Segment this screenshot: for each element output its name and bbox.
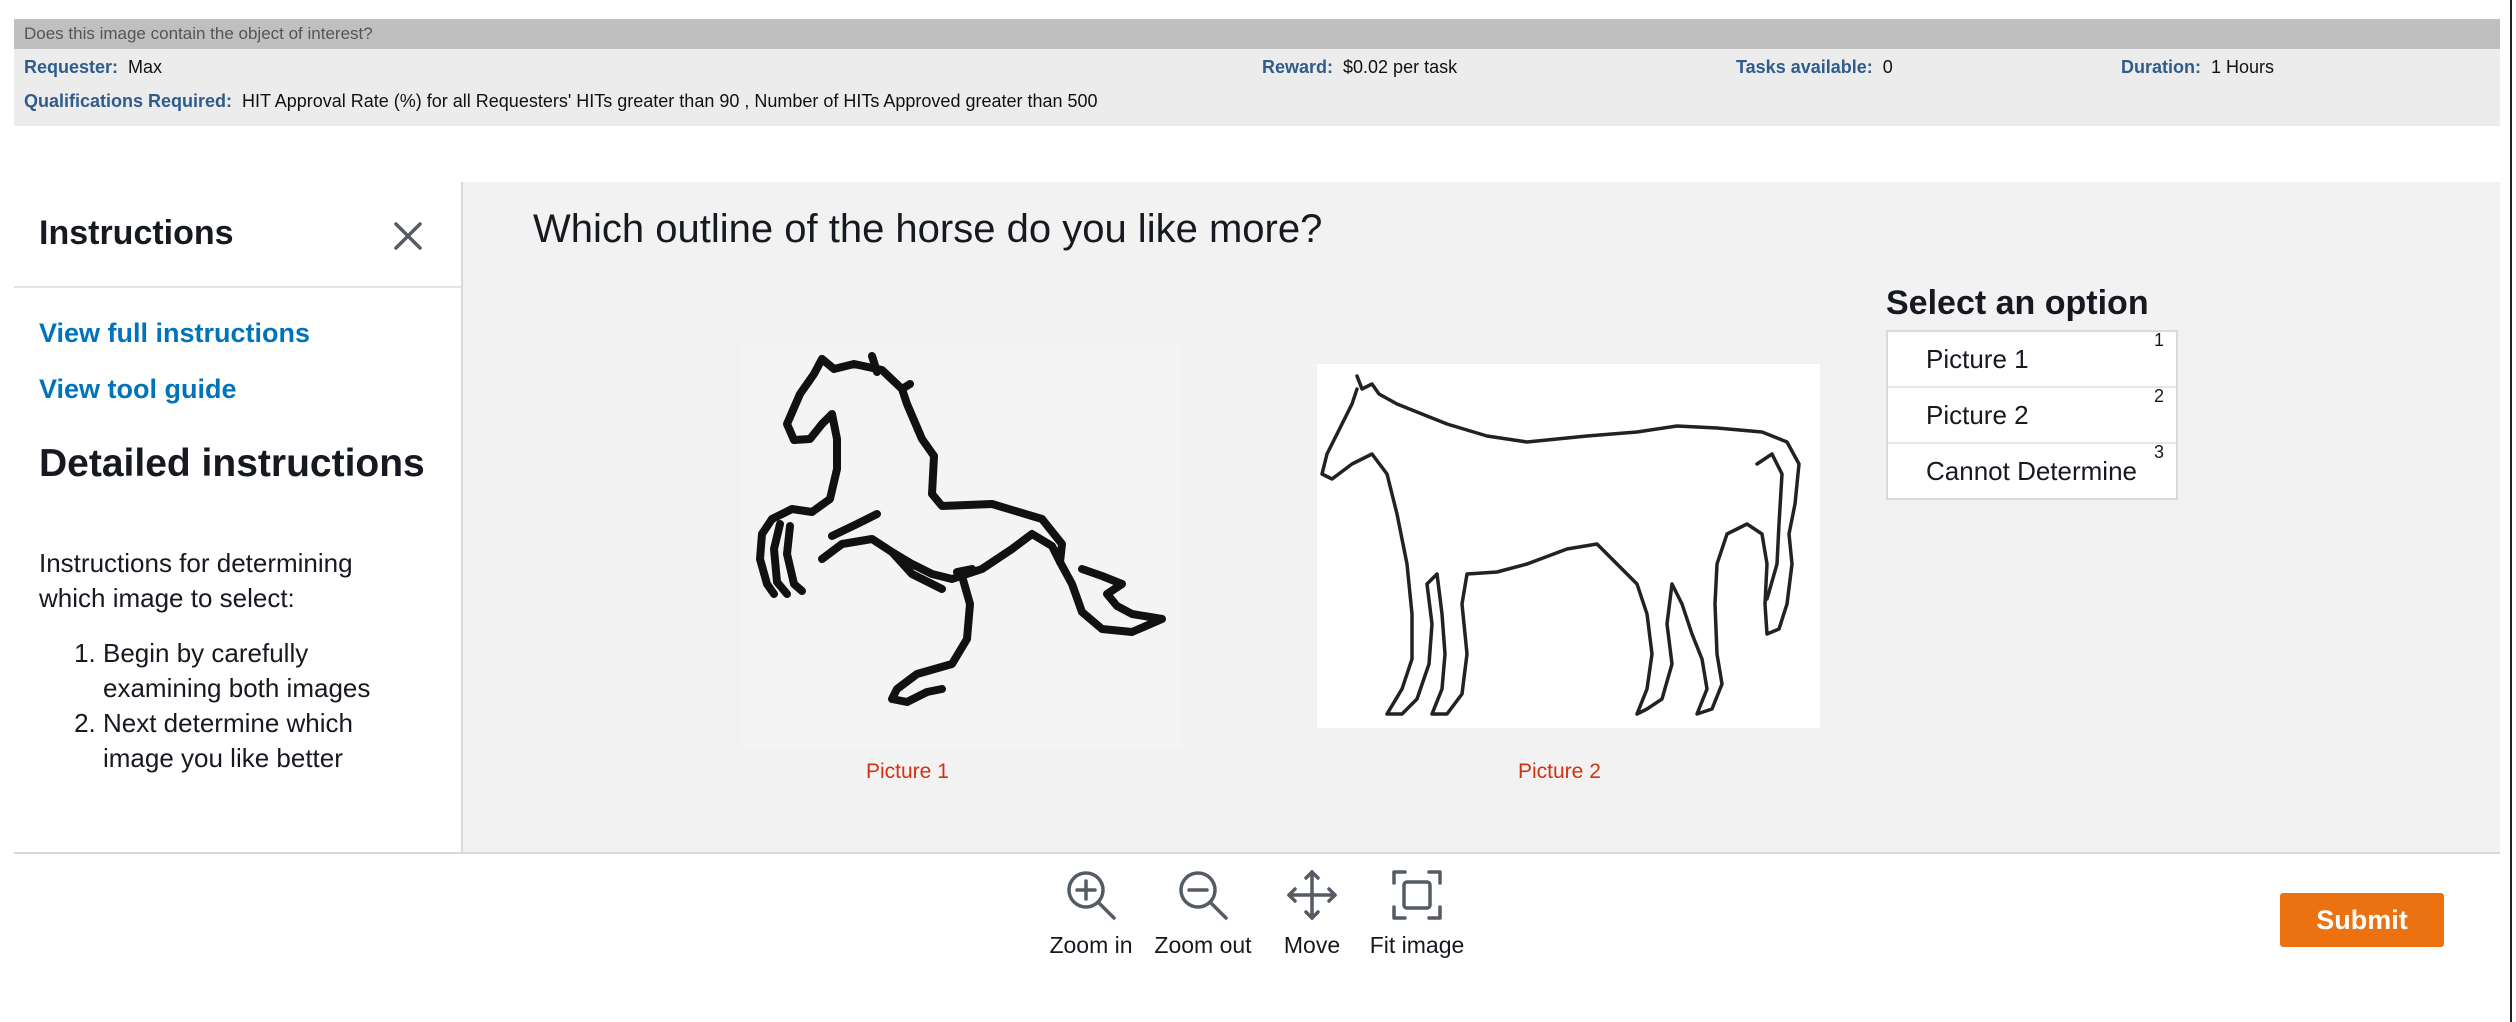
zoom-out-button[interactable]: Zoom out [1148, 868, 1258, 959]
view-full-instructions-link[interactable]: View full instructions [39, 318, 310, 349]
instruction-step: Next determine which image you like bett… [103, 706, 419, 776]
qualifications-field: Qualifications Required: HIT Approval Rat… [24, 91, 1098, 112]
reward-field: Reward: $0.02 per task [1262, 57, 1457, 78]
fit-image-icon [1392, 870, 1442, 920]
submit-button[interactable]: Submit [2280, 893, 2444, 947]
tasks-available-field: Tasks available: 0 [1736, 57, 1893, 78]
qualifications-value: HIT Approval Rate (%) for all Requesters… [242, 91, 1098, 111]
option-label: Picture 1 [1926, 344, 2029, 374]
zoom-in-label: Zoom in [1049, 932, 1133, 958]
option-shortcut-key: 1 [2153, 330, 2164, 350]
instructions-divider [14, 286, 461, 288]
move-label: Move [1283, 932, 1341, 958]
tasks-available-value: 0 [1882, 57, 1893, 77]
requester-field: Requester: Max [24, 57, 162, 78]
view-tool-guide-link[interactable]: View tool guide [39, 374, 237, 405]
picture-1-label: Picture 1 [866, 760, 949, 783]
option-picture-2[interactable]: Picture 2 2 [1888, 386, 2176, 444]
zoom-out-icon [1179, 871, 1228, 920]
move-icon [1287, 870, 1337, 920]
duration-field: Duration: 1 Hours [2121, 57, 2274, 78]
zoom-in-button[interactable]: Zoom in [1038, 868, 1144, 959]
zoom-out-label: Zoom out [1154, 932, 1252, 958]
detailed-instructions-title: Detailed instructions [39, 442, 425, 485]
reward-value: $0.02 per task [1343, 57, 1458, 77]
requester-label: Requester: [24, 57, 119, 77]
horse-outline-2 [1320, 374, 1801, 716]
option-shortcut-key: 3 [2153, 442, 2164, 462]
instructions-intro: Instructions for determining which image… [39, 548, 353, 613]
option-cannot-determine[interactable]: Cannot Determine 3 [1888, 442, 2176, 498]
requester-value: Max [128, 57, 163, 77]
move-button[interactable]: Move [1270, 868, 1354, 959]
hit-title-bar: Does this image contain the object of in… [14, 19, 2500, 49]
option-label: Cannot Determine [1926, 456, 2137, 486]
option-picture-1[interactable]: Picture 1 1 [1888, 330, 2176, 388]
window-edge [2510, 0, 2512, 1022]
qualifications-label: Qualifications Required: [24, 91, 233, 111]
zoom-in-icon [1067, 871, 1116, 920]
reward-label: Reward: [1262, 57, 1334, 77]
instructions-steps: Begin by carefully examining both images… [39, 636, 419, 776]
option-label: Picture 2 [1926, 400, 2029, 430]
horse-outline-1 [756, 352, 1166, 706]
fit-image-label: Fit image [1369, 932, 1465, 958]
picture-1-image[interactable] [742, 344, 1182, 748]
instruction-step: Begin by carefully examining both images [103, 636, 419, 706]
fit-image-button[interactable]: Fit image [1364, 868, 1470, 959]
hit-title: Does this image contain the object of in… [24, 24, 373, 43]
option-list: Picture 1 1 Picture 2 2 Cannot Determine… [1886, 330, 2178, 500]
close-icon[interactable] [390, 218, 426, 254]
instructions-title: Instructions [39, 214, 234, 252]
picture-2-image[interactable] [1317, 364, 1820, 728]
toolbar-divider [14, 852, 2500, 854]
select-option-title: Select an option [1886, 284, 2149, 322]
tasks-available-label: Tasks available: [1736, 57, 1873, 77]
picture-2-label: Picture 2 [1518, 760, 1601, 783]
option-shortcut-key: 2 [2153, 386, 2164, 406]
hit-info-panel: Requester: Max Reward: $0.02 per task Task… [14, 49, 2500, 126]
question-text: Which outline of the horse do you like m… [533, 207, 1323, 251]
duration-label: Duration: [2121, 57, 2201, 77]
duration-value: 1 Hours [2211, 57, 2275, 77]
